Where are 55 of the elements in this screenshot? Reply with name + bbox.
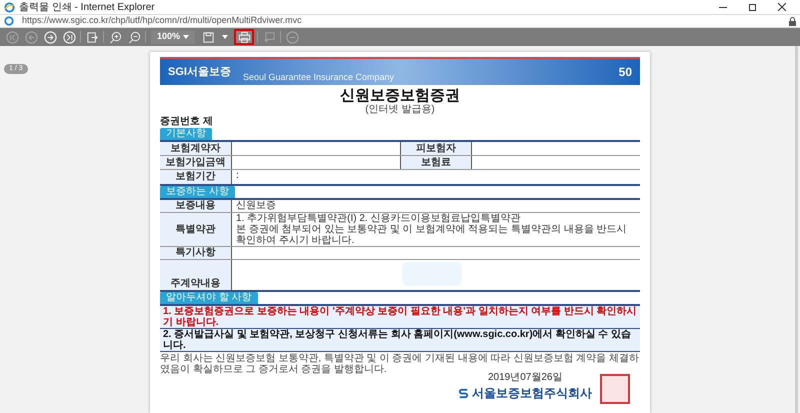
company-seal xyxy=(600,374,630,404)
anniversary-emblem: 50 xyxy=(618,64,632,81)
zoom-in-icon xyxy=(108,30,122,44)
speech-bubble-icon xyxy=(262,30,276,44)
caret-icon[interactable] xyxy=(222,35,228,39)
last-page-icon xyxy=(62,30,76,44)
document-export-icon xyxy=(86,30,98,44)
table-cell-text: 본 증권에 첨부되어 있는 보통약관 및 이 보험계약에 적용되는 특별약관의 내용을 반드시 확인하여 주시기 바랍니다. xyxy=(236,224,628,246)
certificate-number-label: 증권번호 제 xyxy=(160,116,214,128)
scrollbar[interactable] xyxy=(795,46,798,413)
company-name: 서울보증보험주식회사 xyxy=(472,385,592,402)
caret-icon xyxy=(183,35,190,39)
table-label: 특기사항 xyxy=(160,247,232,259)
document-subtitle: (인터넷 발급용) xyxy=(364,104,436,115)
zoom-out-icon xyxy=(128,30,140,44)
next-button[interactable] xyxy=(42,29,58,45)
company-logo-icon xyxy=(458,388,469,398)
section-heading: 기본사항 xyxy=(160,128,212,140)
zoom-in-button[interactable] xyxy=(107,29,123,45)
table-cell-text: : xyxy=(235,170,240,183)
document-title: 신원보증보험증권 xyxy=(339,87,461,104)
table-label: 보험가입금액 xyxy=(160,156,232,169)
last-button[interactable] xyxy=(61,29,77,45)
window-title: 출력물 인쇄 - Internet Explorer xyxy=(19,0,155,14)
close-icon[interactable] xyxy=(778,3,786,11)
table-label: 피보험자 xyxy=(400,142,472,155)
table-label: 주계약내용 xyxy=(160,260,232,290)
table-label: 보험료 xyxy=(400,156,472,169)
notice-item: 1. 보증보험증권으로 보증하는 내용이 '주계약상 보증이 필요한 내용'과 일치하는지 여부를 반드시 확인하시기 바랍니다. xyxy=(160,306,640,329)
table-label: 특별약관 xyxy=(160,213,232,246)
company-logo: SGI서울보증 xyxy=(168,64,231,80)
table-label: 보험계약자 xyxy=(160,142,232,155)
section-heading: 보증하는 사항 xyxy=(160,186,235,198)
zoom-out-button[interactable] xyxy=(126,29,142,45)
print-button[interactable] xyxy=(234,29,254,45)
issue-date: 2019년07월26일 xyxy=(488,372,562,384)
minus-icon xyxy=(286,30,298,44)
zoom-dropdown[interactable]: 100% xyxy=(151,30,195,44)
previous-page-icon xyxy=(24,30,38,44)
table-cell-text: 신원보증 xyxy=(236,200,277,211)
restore-icon[interactable] xyxy=(749,4,756,10)
minimize-icon[interactable] xyxy=(719,6,727,8)
page-icon xyxy=(4,16,14,26)
save-icon xyxy=(202,30,214,44)
table-label: 보증내용 xyxy=(160,200,232,212)
print-icon xyxy=(238,30,250,44)
next-page-icon xyxy=(44,30,56,44)
table-cell-text: 1. 추가위험부담특별약관(I) 2. 신용카드이용보험료납입특별약관 xyxy=(236,213,522,224)
browser-logo-icon xyxy=(4,2,15,12)
first-page-icon xyxy=(6,30,18,44)
notice-item: 2. 증서발급사실 및 보험약관, 보상청구 신청서류는 회사 홈페이지(www.sgic.co.kr)에서 확인하실 수 있습니다. xyxy=(160,329,640,352)
lock-icon xyxy=(789,16,796,26)
section-heading: 알아두셔야 할 사항 xyxy=(160,292,258,304)
banner-tagline: Seoul Guarantee Insurance Company xyxy=(242,70,396,84)
table-label: 보험기간 xyxy=(160,170,232,184)
